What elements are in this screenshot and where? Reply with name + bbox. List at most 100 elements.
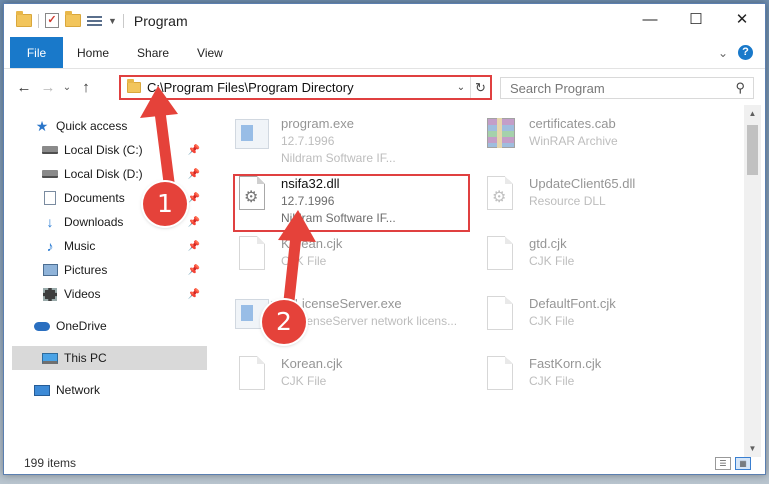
file-type: Resource DLL — [529, 194, 606, 208]
customize-toolbar-dropdown-icon[interactable]: ▼ — [108, 16, 117, 26]
file-item[interactable]: Korean.cjk CJK File — [219, 230, 449, 280]
vertical-scrollbar[interactable]: ▲ ▼ — [744, 105, 761, 457]
sidebar-item-videos[interactable]: Videos 📌 — [4, 282, 204, 306]
sidebar-item-onedrive[interactable]: OneDrive — [4, 314, 204, 338]
search-input[interactable]: Search Program ⚲ — [500, 77, 754, 99]
disk-icon — [42, 170, 58, 178]
file-name: certificates.cab — [529, 116, 616, 131]
pin-icon: 📌 — [187, 168, 200, 180]
navigation-pane: ★ Quick access Local Disk (C:) 📌 Local D… — [4, 108, 207, 448]
sidebar-item-label: Pictures — [64, 263, 108, 277]
file-item[interactable]: gtd.cjk CJK File — [467, 230, 697, 280]
address-path[interactable]: C:\Program Files\Program Directory — [147, 80, 354, 95]
details-view-icon[interactable]: ☰ — [715, 456, 731, 470]
tab-home[interactable]: Home — [63, 37, 123, 68]
file-name: Korean.cjk — [281, 356, 343, 371]
address-row: ← → ⌄ ↑ C:\Program Files\Program Directo… — [4, 70, 765, 104]
file-name: DefaultFont.cjk — [529, 296, 616, 311]
file-list: program.exe 12.7.1996 Nildram Software I… — [219, 104, 744, 449]
file-icon — [483, 356, 517, 394]
tab-share[interactable]: Share — [123, 37, 183, 68]
properties-icon[interactable] — [87, 14, 102, 28]
maximize-button[interactable]: ☐ — [673, 4, 719, 34]
help-icon[interactable]: ? — [738, 45, 753, 60]
dll-icon: ⚙ — [483, 176, 517, 214]
document-icon — [44, 191, 56, 205]
file-item[interactable]: Korean.cjk CJK File — [219, 350, 449, 400]
sidebar-item-label: This PC — [64, 351, 107, 365]
scrollbar-thumb[interactable] — [747, 125, 758, 175]
close-button[interactable]: ✕ — [719, 4, 765, 34]
pin-icon: 📌 — [187, 240, 200, 252]
file-name: program.exe — [281, 116, 354, 131]
file-icon — [483, 296, 517, 334]
expand-ribbon-chevron-icon[interactable]: ⌄ — [718, 46, 728, 60]
search-placeholder: Search Program — [510, 80, 605, 96]
file-type: CJK File — [529, 374, 575, 388]
pin-icon: 📌 — [187, 216, 200, 228]
new-folder-icon[interactable] — [65, 11, 81, 27]
sidebar-item-local-disk-c[interactable]: Local Disk (C:) 📌 — [4, 138, 204, 162]
sidebar-item-label: OneDrive — [56, 319, 107, 333]
title-bar: ✓ ▼ Program — ☐ ✕ — [4, 4, 765, 37]
search-icon[interactable]: ⚲ — [735, 80, 745, 96]
sidebar-item-this-pc[interactable]: This PC — [12, 346, 207, 370]
file-company: Nildram Software IF... — [281, 151, 396, 165]
file-name: gtd.cjk — [529, 236, 567, 251]
item-count: 199 items — [24, 456, 77, 470]
disk-icon — [42, 146, 58, 154]
file-item[interactable]: ⚙ UpdateClient65.dll Resource DLL — [467, 170, 697, 220]
file-icon — [235, 236, 269, 274]
file-name: FastKorn.cjk — [529, 356, 602, 371]
gear-icon: ⚙ — [492, 189, 507, 206]
file-version: 12.7.1996 — [281, 134, 335, 148]
address-bar[interactable]: C:\Program Files\Program Directory ⌄ ↻ — [119, 75, 492, 100]
refresh-icon[interactable]: ↻ — [470, 77, 490, 98]
star-icon: ★ — [35, 117, 49, 134]
file-item[interactable]: NetworkLicenseServer.exe NetworkLicenseS… — [219, 290, 457, 340]
file-type: WinRAR Archive — [529, 134, 618, 148]
file-item[interactable]: program.exe 12.7.1996 Nildram Software I… — [219, 110, 449, 165]
recent-locations-chevron-icon[interactable]: ⌄ — [60, 82, 74, 93]
pictures-icon — [42, 264, 58, 276]
folder-icon — [16, 11, 32, 27]
scroll-up-icon[interactable]: ▲ — [744, 105, 761, 122]
sidebar-item-pictures[interactable]: Pictures 📌 — [4, 258, 204, 282]
ribbon-tabs: File Home Share View ⌄ ? — [4, 37, 765, 69]
file-type: CJK File — [529, 254, 575, 268]
step-2-badge: 2 — [262, 300, 306, 344]
file-type: CJK File — [281, 254, 327, 268]
address-dropdown-icon[interactable]: ⌄ — [452, 82, 470, 93]
sidebar-item-network[interactable]: Network — [4, 378, 204, 402]
sidebar-item-local-disk-d[interactable]: Local Disk (D:) 📌 — [4, 162, 204, 186]
sidebar-item-label: Quick access — [56, 119, 128, 133]
back-arrow-icon[interactable]: ← — [12, 79, 36, 96]
sidebar-item-label: Videos — [64, 287, 101, 301]
onedrive-icon — [34, 321, 50, 331]
status-bar: 199 items ☰ ▦ — [4, 452, 765, 474]
quick-access-toolbar: ✓ ▼ — [16, 11, 124, 28]
network-icon — [34, 384, 50, 396]
sidebar-item-label: Local Disk (C:) — [64, 143, 143, 157]
file-item[interactable]: DefaultFont.cjk CJK File — [467, 290, 697, 340]
pin-icon: 📌 — [187, 192, 200, 204]
properties-check-icon[interactable]: ✓ — [45, 13, 59, 28]
tiles-view-icon[interactable]: ▦ — [735, 456, 751, 470]
folder-icon — [127, 79, 141, 93]
minimize-button[interactable]: — — [627, 4, 673, 34]
sidebar-item-quick-access[interactable]: ★ Quick access — [4, 114, 204, 138]
sidebar-item-label: Local Disk (D:) — [64, 167, 143, 181]
file-item[interactable]: FastKorn.cjk CJK File — [467, 350, 697, 400]
sidebar-item-label: Network — [56, 383, 101, 397]
up-arrow-icon[interactable]: ↑ — [74, 79, 98, 96]
file-item[interactable]: certificates.cab WinRAR Archive — [467, 110, 697, 160]
explorer-window: ✓ ▼ Program — ☐ ✕ File Home Share View ⌄… — [3, 3, 766, 475]
tab-file[interactable]: File — [10, 37, 63, 68]
music-icon: ♪ — [46, 238, 54, 254]
file-icon — [235, 356, 269, 394]
download-icon: ↓ — [46, 214, 54, 230]
sidebar-item-music[interactable]: ♪ Music 📌 — [4, 234, 204, 258]
file-icon — [483, 236, 517, 274]
tab-view[interactable]: View — [183, 37, 237, 68]
forward-arrow-icon[interactable]: → — [36, 79, 60, 96]
